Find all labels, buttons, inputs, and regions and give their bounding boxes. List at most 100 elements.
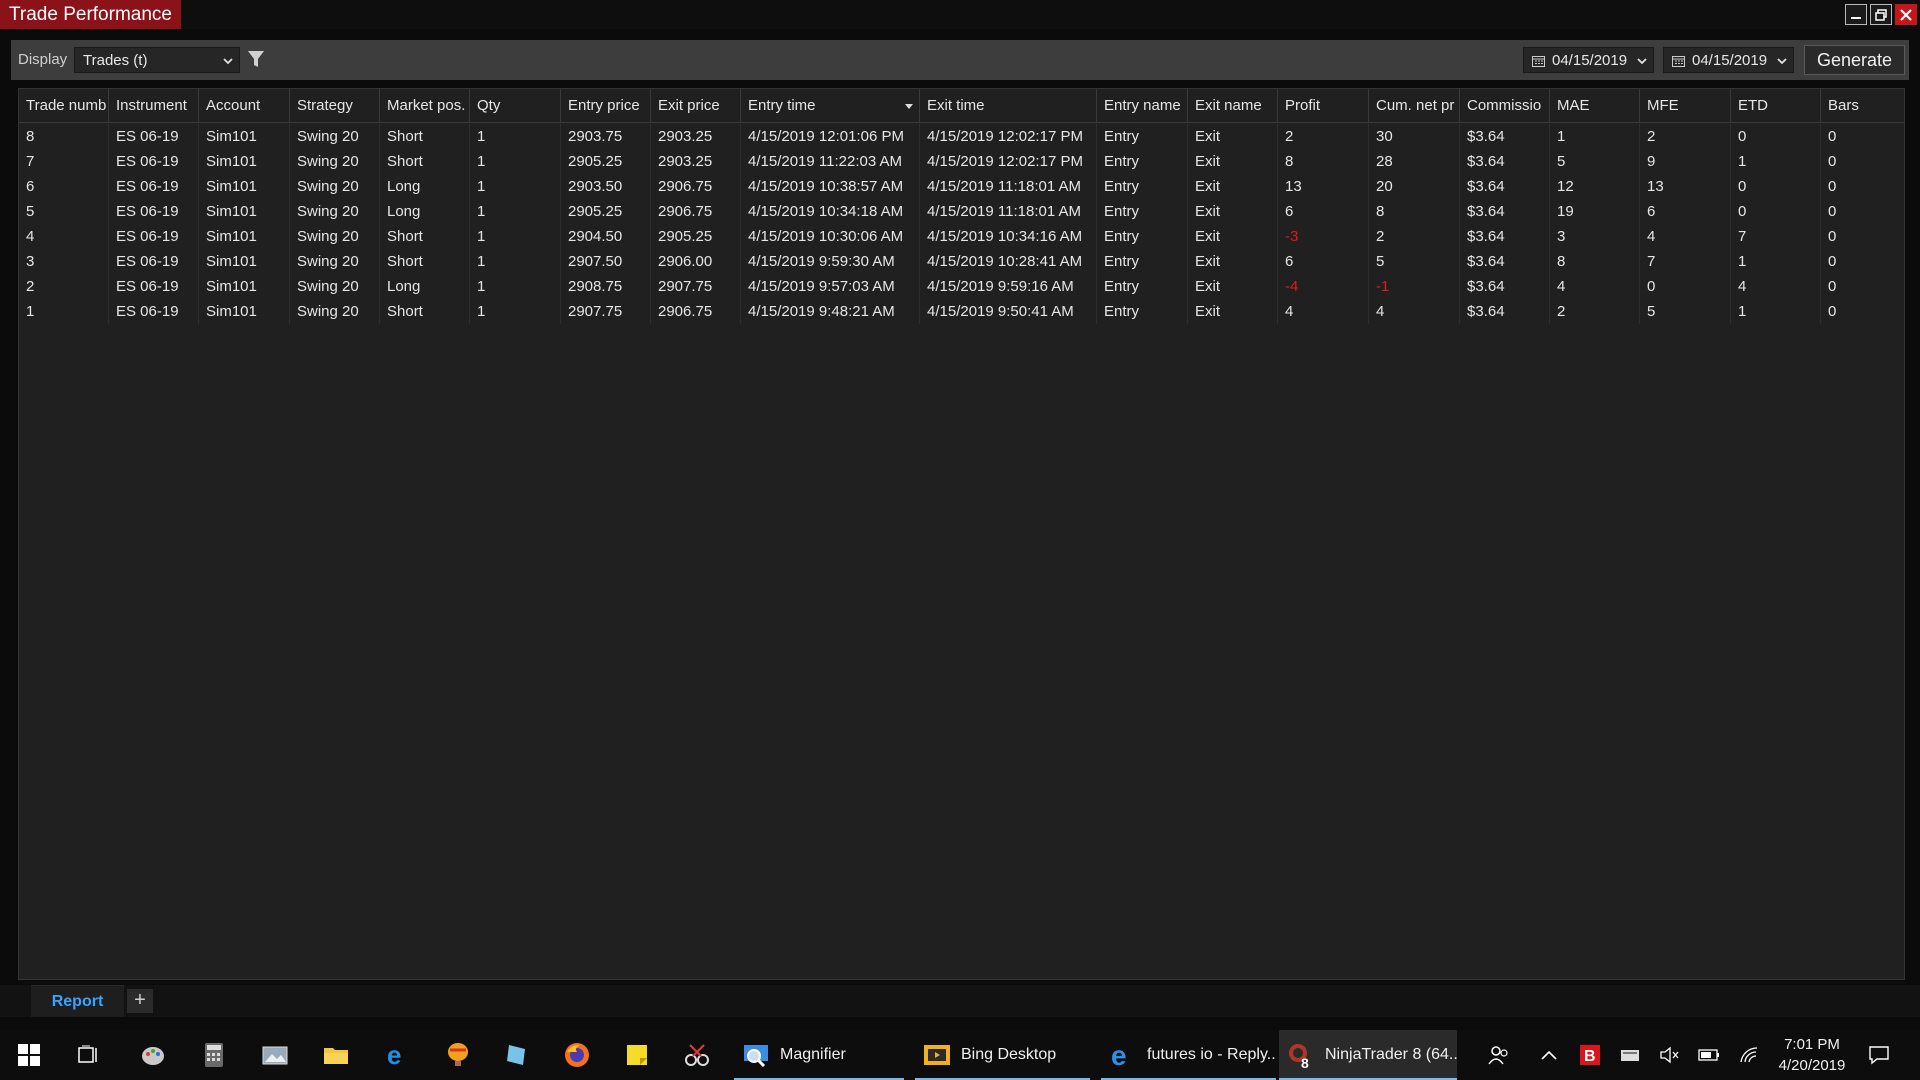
taskbar-app-edge[interactable]: e futures io - Reply... bbox=[1101, 1030, 1276, 1080]
table-row[interactable]: 8 ES 06-19 Sim101 Swing 20 Short 1 2903.75 2903… bbox=[19, 124, 1904, 149]
minimize-button[interactable] bbox=[1845, 4, 1867, 25]
taskbar-app-bing-desktop[interactable]: Bing Desktop bbox=[915, 1030, 1090, 1080]
column-header-profit[interactable]: Profit bbox=[1278, 89, 1369, 123]
cell-trade-number: 5 bbox=[19, 199, 109, 224]
column-header-label: Commissio bbox=[1467, 97, 1542, 114]
column-header-mfe[interactable]: MFE bbox=[1640, 89, 1731, 123]
taskbar-app-ninjatrader[interactable]: 8 NinjaTrader 8 (64... bbox=[1279, 1030, 1457, 1080]
column-header-commission[interactable]: Commissio bbox=[1460, 89, 1550, 123]
cell-bars: 0 bbox=[1821, 199, 1904, 224]
date-to-picker[interactable]: 04/15/2019 bbox=[1663, 47, 1794, 73]
cell-mfe: 13 bbox=[1640, 174, 1731, 199]
close-button[interactable] bbox=[1895, 4, 1917, 25]
notepad-app-icon[interactable] bbox=[502, 1040, 532, 1070]
wifi-icon[interactable] bbox=[1737, 1043, 1761, 1067]
display-dropdown[interactable]: Trades (t) bbox=[74, 47, 240, 73]
magnifier-icon bbox=[744, 1045, 768, 1068]
task-view-icon[interactable] bbox=[74, 1040, 104, 1070]
people-icon[interactable] bbox=[1487, 1043, 1511, 1067]
cell-profit: -3 bbox=[1278, 224, 1369, 249]
cell-mae: 5 bbox=[1550, 149, 1640, 174]
display-value: Trades (t) bbox=[83, 52, 148, 69]
sort-descending-icon bbox=[905, 104, 913, 109]
keyboard-icon[interactable] bbox=[1618, 1043, 1642, 1067]
table-row[interactable]: 3 ES 06-19 Sim101 Swing 20 Short 1 2907.50 2906… bbox=[19, 249, 1904, 274]
cell-strategy: Swing 20 bbox=[290, 124, 380, 149]
taskbar-app-magnifier[interactable]: Magnifier bbox=[734, 1030, 904, 1080]
table-row[interactable]: 1 ES 06-19 Sim101 Swing 20 Short 1 2907.75 2906… bbox=[19, 299, 1904, 324]
cell-entry-price: 2905.25 bbox=[561, 199, 651, 224]
column-header-label: Strategy bbox=[297, 97, 353, 114]
cell-exit-time: 4/15/2019 12:02:17 PM bbox=[920, 124, 1097, 149]
red-b-app-icon[interactable]: B bbox=[1578, 1043, 1602, 1067]
battery-icon[interactable] bbox=[1697, 1043, 1721, 1067]
column-header-exit-price[interactable]: Exit price bbox=[651, 89, 741, 123]
restore-icon bbox=[1875, 8, 1887, 21]
filter-icon[interactable] bbox=[247, 49, 265, 69]
cell-etd: 1 bbox=[1731, 249, 1821, 274]
table-row[interactable]: 7 ES 06-19 Sim101 Swing 20 Short 1 2905.25 2903… bbox=[19, 149, 1904, 174]
cell-mae: 3 bbox=[1550, 224, 1640, 249]
firefox-icon[interactable] bbox=[562, 1040, 592, 1070]
table-row[interactable]: 6 ES 06-19 Sim101 Swing 20 Long 1 2903.50 2906.… bbox=[19, 174, 1904, 199]
cell-mfe: 4 bbox=[1640, 224, 1731, 249]
snipping-tool-icon[interactable] bbox=[682, 1040, 712, 1070]
table-row[interactable]: 2 ES 06-19 Sim101 Swing 20 Long 1 2908.75 2907.… bbox=[19, 274, 1904, 299]
column-header-entry-price[interactable]: Entry price bbox=[561, 89, 651, 123]
column-header-instrument[interactable]: Instrument bbox=[109, 89, 199, 123]
windows-start-icon[interactable] bbox=[14, 1040, 44, 1070]
cell-profit: 4 bbox=[1278, 299, 1369, 324]
column-header-mae[interactable]: MAE bbox=[1550, 89, 1640, 123]
cell-entry-price: 2904.50 bbox=[561, 224, 651, 249]
cell-quantity: 1 bbox=[470, 149, 561, 174]
cell-profit: -4 bbox=[1278, 274, 1369, 299]
cell-market-position: Short bbox=[380, 299, 470, 324]
balloon-app-icon[interactable] bbox=[443, 1040, 473, 1070]
column-header-exit-name[interactable]: Exit name bbox=[1188, 89, 1278, 123]
column-header-quantity[interactable]: Qty bbox=[470, 89, 561, 123]
date-from-picker[interactable]: 04/15/2019 bbox=[1523, 47, 1654, 73]
chevron-up-icon[interactable] bbox=[1537, 1043, 1561, 1067]
column-header-cum-net-profit[interactable]: Cum. net pr bbox=[1369, 89, 1460, 123]
add-tab-button[interactable]: + bbox=[127, 989, 153, 1013]
cell-bars: 0 bbox=[1821, 274, 1904, 299]
sticky-notes-icon[interactable] bbox=[622, 1040, 652, 1070]
cell-instrument: ES 06-19 bbox=[109, 174, 199, 199]
volume-muted-icon[interactable] bbox=[1657, 1043, 1681, 1067]
file-explorer-icon[interactable] bbox=[321, 1040, 351, 1070]
cell-commission: $3.64 bbox=[1460, 224, 1550, 249]
column-header-bars[interactable]: Bars bbox=[1821, 89, 1904, 123]
display-label: Display bbox=[18, 51, 68, 68]
column-header-entry-name[interactable]: Entry name bbox=[1097, 89, 1188, 123]
column-header-label: Account bbox=[206, 97, 261, 114]
table-row[interactable]: 4 ES 06-19 Sim101 Swing 20 Short 1 2904.50 2905… bbox=[19, 224, 1904, 249]
column-header-account[interactable]: Account bbox=[199, 89, 290, 123]
taskbar-app-label: Magnifier bbox=[780, 1046, 846, 1063]
column-header-market-position[interactable]: Market pos. bbox=[380, 89, 470, 123]
column-header-exit-time[interactable]: Exit time bbox=[920, 89, 1097, 123]
column-header-entry-time[interactable]: Entry time bbox=[741, 89, 920, 123]
action-center-icon[interactable] bbox=[1867, 1043, 1891, 1067]
cell-entry-time: 4/15/2019 9:48:21 AM bbox=[741, 299, 920, 324]
photos-icon[interactable] bbox=[260, 1040, 290, 1070]
cell-entry-price: 2903.75 bbox=[561, 124, 651, 149]
paint-icon[interactable] bbox=[138, 1040, 168, 1070]
cell-etd: 0 bbox=[1731, 124, 1821, 149]
cell-quantity: 1 bbox=[470, 124, 561, 149]
table-row[interactable]: 5 ES 06-19 Sim101 Swing 20 Long 1 2905.25 2906.… bbox=[19, 199, 1904, 224]
cell-entry-name: Entry bbox=[1097, 274, 1188, 299]
system-clock[interactable]: 7:01 PM 4/20/2019 bbox=[1765, 1034, 1859, 1076]
column-header-etd[interactable]: ETD bbox=[1731, 89, 1821, 123]
cell-instrument: ES 06-19 bbox=[109, 299, 199, 324]
column-header-strategy[interactable]: Strategy bbox=[290, 89, 380, 123]
calculator-icon[interactable] bbox=[199, 1040, 229, 1070]
calendar-icon bbox=[1532, 56, 1545, 67]
internet-explorer-icon[interactable]: e bbox=[382, 1040, 412, 1070]
cell-commission: $3.64 bbox=[1460, 149, 1550, 174]
cell-mae: 12 bbox=[1550, 174, 1640, 199]
generate-button[interactable]: Generate bbox=[1804, 45, 1905, 75]
cell-instrument: ES 06-19 bbox=[109, 149, 199, 174]
tab-report[interactable]: Report bbox=[31, 985, 124, 1017]
column-header-trade-number[interactable]: Trade numb bbox=[19, 89, 109, 123]
restore-button[interactable] bbox=[1870, 4, 1892, 25]
